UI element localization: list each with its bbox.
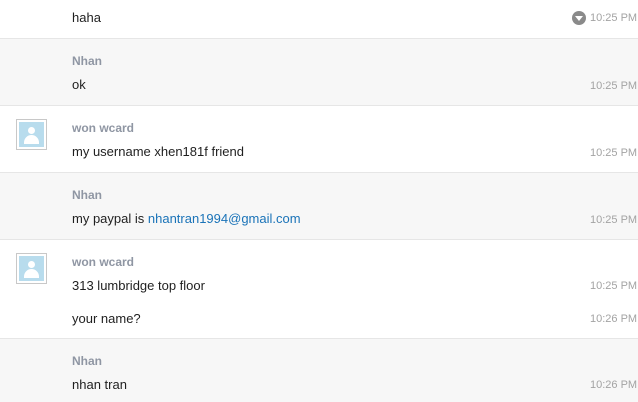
message-author[interactable]: Nhan [72,54,102,68]
message-author[interactable]: Nhan [72,354,102,368]
message-text: 313 lumbridge top floor [72,278,205,293]
message-text: nhan tran [72,377,127,392]
message-author[interactable]: Nhan [72,188,102,202]
message-timestamp: 10:25 PM [590,280,638,292]
avatar[interactable] [16,119,47,150]
message-timestamp: 10:26 PM [590,313,638,325]
message-group: won wcard 313 lumbridge top floor 10:25 … [0,240,638,339]
message-author[interactable]: won wcard [72,255,134,269]
message-text: my paypal is nhantran1994@gmail.com [72,211,301,226]
message-timestamp: 10:25 PM [590,147,638,159]
default-user-avatar-icon [19,122,44,147]
message-group: won wcard my username xhen181f friend 10… [0,106,638,173]
avatar[interactable] [16,253,47,284]
message-text: your name? [72,311,141,326]
message-group: Nhan my paypal is nhantran1994@gmail.com… [0,173,638,240]
message-author[interactable]: won wcard [72,121,134,135]
message-group: Nhan ok 10:25 PM [0,39,638,106]
message-group: Nhan nhan tran 10:26 PM [0,339,638,402]
email-link[interactable]: nhantran1994@gmail.com [148,211,301,226]
message-text: haha [72,10,101,25]
message-timestamp: 10:25 PM [590,12,638,24]
message-text: my username xhen181f friend [72,144,244,159]
message-timestamp: 10:25 PM [590,80,638,92]
message-timestamp: 10:25 PM [590,214,638,226]
default-user-avatar-icon [19,256,44,281]
message-group: haha 10:25 PM [0,0,638,39]
chevron-down-icon[interactable] [572,11,586,25]
message-text-prefix: my paypal is [72,211,148,226]
message-text: ok [72,77,86,92]
message-timestamp: 10:26 PM [590,379,638,391]
